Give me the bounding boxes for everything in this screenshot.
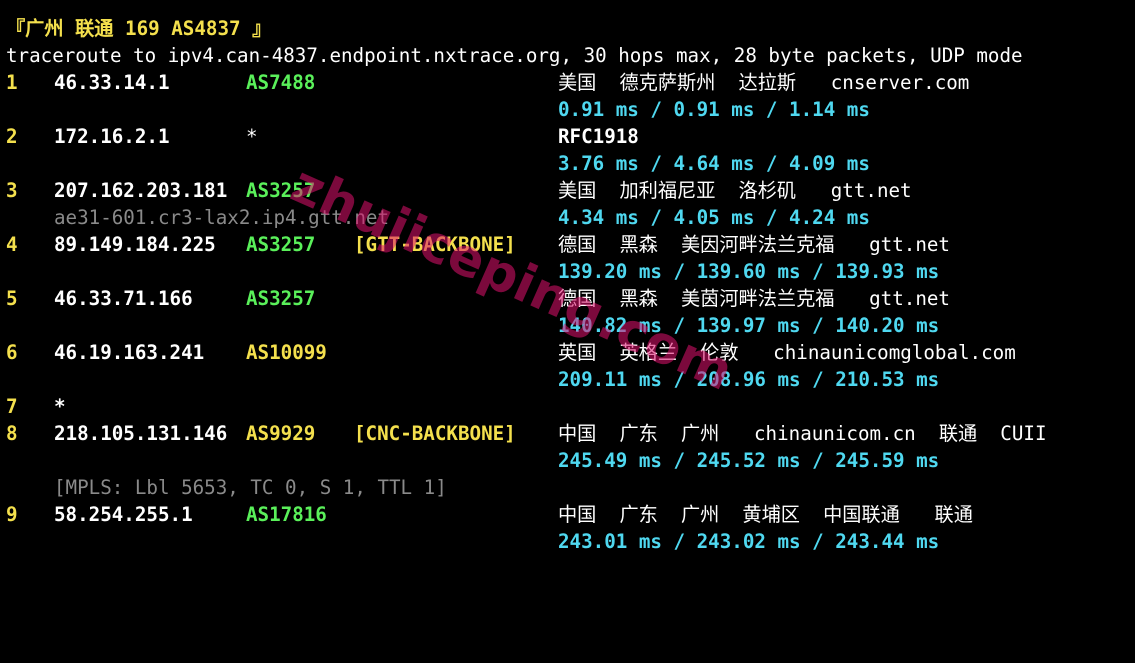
route-header: 『广州 联通 169 AS4837 』 <box>6 17 272 40</box>
hop-number: 6 <box>6 341 18 364</box>
hop-rtt: 243.01 ms / 243.02 ms / 243.44 ms <box>558 530 940 553</box>
hop-row: 3 207.162.203.181 AS3257 美国 加利福尼亚 洛杉矶 gt… <box>6 177 1135 204</box>
hop-rdns: ae31-601.cr3-lax2.ip4.gtt.net <box>54 206 390 229</box>
hop-rtt-row: 209.11 ms / 208.96 ms / 210.53 ms <box>6 366 1135 393</box>
hop-number: 5 <box>6 287 18 310</box>
hop-mpls-label: [MPLS: Lbl 5653, TC 0, S 1, TTL 1] <box>54 476 447 499</box>
hop-row: 1 46.33.14.1 AS7488 美国 德克萨斯州 达拉斯 cnserve… <box>6 69 1135 96</box>
hop-rtt: 245.49 ms / 245.52 ms / 245.59 ms <box>558 449 940 472</box>
hop-mpls-row: [MPLS: Lbl 5653, TC 0, S 1, TTL 1] <box>6 474 1135 501</box>
hop-geo: 美国 加利福尼亚 洛杉矶 gtt.net <box>558 179 912 202</box>
hop-geo: 德国 黑森 美茵河畔法兰克福 gtt.net <box>558 287 950 310</box>
hop-rtt-row: 245.49 ms / 245.52 ms / 245.59 ms <box>6 447 1135 474</box>
hop-rtt: 209.11 ms / 208.96 ms / 210.53 ms <box>558 368 940 391</box>
hop-geo: RFC1918 <box>558 125 639 148</box>
hop-ip: 89.149.184.225 <box>54 233 216 256</box>
hop-ip: 207.162.203.181 <box>54 179 228 202</box>
hop-ip: 172.16.2.1 <box>54 125 170 148</box>
hop-row: 8 218.105.131.146 AS9929 [CNC-BACKBONE] … <box>6 420 1135 447</box>
hop-asn: * <box>246 125 258 148</box>
hop-asn: AS17816 <box>246 503 327 526</box>
hop-number: 9 <box>6 503 18 526</box>
hop-rtt: 139.20 ms / 139.60 ms / 139.93 ms <box>558 260 940 283</box>
hop-rtt-row: 243.01 ms / 243.02 ms / 243.44 ms <box>6 528 1135 555</box>
traceroute-command-line: traceroute to ipv4.can-4837.endpoint.nxt… <box>6 42 1135 69</box>
hop-row: 5 46.33.71.166 AS3257 德国 黑森 美茵河畔法兰克福 gtt… <box>6 285 1135 312</box>
hop-ip: 58.254.255.1 <box>54 503 193 526</box>
hop-rtt: 140.82 ms / 139.97 ms / 140.20 ms <box>558 314 940 337</box>
hop-number: 3 <box>6 179 18 202</box>
hop-rtt-row: 140.82 ms / 139.97 ms / 140.20 ms <box>6 312 1135 339</box>
hop-row: 7 * <box>6 393 1135 420</box>
hop-rtt: 0.91 ms / 0.91 ms / 1.14 ms <box>558 98 870 121</box>
hop-asn: AS3257 <box>246 179 316 202</box>
hop-asn: AS7488 <box>246 71 316 94</box>
hop-rtt: 3.76 ms / 4.64 ms / 4.09 ms <box>558 152 870 175</box>
hop-ip: * <box>54 395 66 418</box>
hop-geo: 德国 黑森 美因河畔法兰克福 gtt.net <box>558 233 950 256</box>
hop-asn: AS9929 <box>246 422 316 445</box>
hop-asn: AS3257 <box>246 287 316 310</box>
terminal-output[interactable]: 『广州 联通 169 AS4837 』 traceroute to ipv4.c… <box>6 15 1135 555</box>
hop-geo: 英国 英格兰 伦敦 chinaunicomglobal.com <box>558 341 1016 364</box>
hop-number: 8 <box>6 422 18 445</box>
hop-number: 4 <box>6 233 18 256</box>
hop-asn: AS10099 <box>246 341 327 364</box>
hop-rtt: 4.34 ms / 4.05 ms / 4.24 ms <box>558 206 870 229</box>
hop-row: 4 89.149.184.225 AS3257 [GTT-BACKBONE] 德… <box>6 231 1135 258</box>
hop-geo: 中国 广东 广州 chinaunicom.cn 联通 CUII <box>558 422 1047 445</box>
hop-backbone-tag: [CNC-BACKBONE] <box>354 422 516 445</box>
hop-row: 9 58.254.255.1 AS17816 中国 广东 广州 黄埔区 中国联通… <box>6 501 1135 528</box>
hop-rtt-row: 3.76 ms / 4.64 ms / 4.09 ms <box>6 150 1135 177</box>
hop-geo: 美国 德克萨斯州 达拉斯 cnserver.com <box>558 71 970 94</box>
hop-rtt-row: ae31-601.cr3-lax2.ip4.gtt.net 4.34 ms / … <box>6 204 1135 231</box>
hop-number: 1 <box>6 71 18 94</box>
hop-backbone-tag: [GTT-BACKBONE] <box>354 233 516 256</box>
hop-number: 7 <box>6 395 18 418</box>
hop-number: 2 <box>6 125 18 148</box>
traceroute-command: traceroute to ipv4.can-4837.endpoint.nxt… <box>6 44 1023 67</box>
hop-ip: 46.33.14.1 <box>54 71 170 94</box>
hop-rtt-row: 139.20 ms / 139.60 ms / 139.93 ms <box>6 258 1135 285</box>
hop-ip: 218.105.131.146 <box>54 422 228 445</box>
hop-rtt-row: 0.91 ms / 0.91 ms / 1.14 ms <box>6 96 1135 123</box>
hop-geo: 中国 广东 广州 黄埔区 中国联通 联通 <box>558 503 973 526</box>
hop-row: 6 46.19.163.241 AS10099 英国 英格兰 伦敦 chinau… <box>6 339 1135 366</box>
hop-ip: 46.19.163.241 <box>54 341 205 364</box>
hop-asn: AS3257 <box>246 233 316 256</box>
hop-ip: 46.33.71.166 <box>54 287 193 310</box>
hop-row: 2 172.16.2.1 * RFC1918 <box>6 123 1135 150</box>
header-line: 『广州 联通 169 AS4837 』 <box>6 15 1135 42</box>
